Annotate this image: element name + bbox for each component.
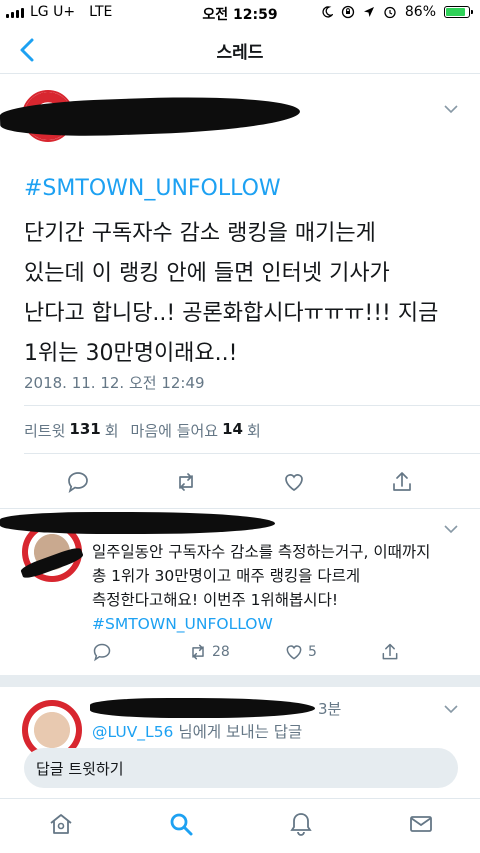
tweet-actions [0, 470, 480, 494]
tweet-line: 단기간 구독자수 감소 랭킹을 매기는게 [24, 221, 376, 246]
tweet-stats: 리트윗 131 회 마음에 들어요 14 회 [24, 420, 261, 441]
tweet-line: 난다고 합니당..! 공론화합시다ㅠㅠㅠ!!! 지금 [24, 301, 439, 326]
redacted-name [90, 698, 315, 718]
retweet-count: 28 [212, 644, 230, 660]
redacted-name [0, 512, 275, 534]
chevron-down-icon[interactable] [444, 524, 458, 534]
heart-icon[interactable] [282, 470, 306, 494]
chevron-down-icon[interactable] [444, 704, 458, 714]
like-button[interactable]: 5 [284, 642, 317, 662]
status-bar: LG U+ LTE 오전 12:59 86% [0, 0, 480, 26]
like-count[interactable]: 14 [222, 420, 243, 441]
replying-to: @LUV_L56 님에게 보내는 답글 [92, 720, 302, 742]
tweet-line: 있는데 이 랭킹 안에 들면 인터넷 기사가 [24, 261, 390, 286]
tab-bar [0, 798, 480, 853]
status-right: 86% [321, 4, 473, 20]
section-gap [0, 675, 480, 687]
share-icon [382, 643, 398, 660]
tweet-timestamp: 2018. 11. 12. 오전 12:49 [24, 374, 205, 392]
share-icon[interactable] [390, 470, 414, 494]
nav-bar: 스레드 [0, 26, 480, 74]
chevron-down-icon[interactable] [444, 104, 458, 114]
page-title: 스레드 [216, 43, 264, 63]
replying-to-suffix: 님에게 보내는 답글 [173, 723, 303, 741]
share-button[interactable] [380, 642, 400, 662]
retweet-label: 리트윗 [24, 422, 66, 440]
divider [0, 508, 480, 509]
reply-icon[interactable] [66, 470, 90, 494]
retweet-icon [192, 644, 204, 660]
reply-line: 일주일동안 구독자수 감소를 측정하는거구, 이때까지 [92, 543, 431, 561]
battery-icon [444, 6, 473, 18]
home-icon[interactable] [48, 811, 74, 837]
reply-compose-input[interactable]: 답글 트윗하기 [24, 748, 458, 788]
divider [24, 405, 480, 406]
compose-placeholder: 답글 트윗하기 [36, 760, 124, 778]
battery-percent: 86% [404, 4, 436, 20]
tweet-text: 단기간 구독자수 감소 랭킹을 매기는게 있는데 이 랭킹 안에 들면 인터넷 … [24, 214, 464, 374]
tweet-line: 1위는 30만명이래요..! [24, 341, 238, 366]
messages-icon[interactable] [408, 811, 434, 837]
search-icon[interactable] [168, 811, 194, 837]
retweet-button[interactable]: 28 [188, 642, 230, 662]
like-count: 5 [308, 644, 317, 660]
reply-button[interactable] [92, 642, 112, 662]
alarm-icon [384, 6, 396, 19]
notifications-icon[interactable] [288, 811, 314, 837]
moon-icon [322, 6, 333, 18]
like-unit: 회 [246, 422, 261, 440]
divider [24, 453, 480, 454]
reply-line: 총 1위가 30만명이고 매주 랭킹을 다르게 [92, 567, 361, 585]
retweet-count[interactable]: 131 [69, 420, 100, 441]
mention-link[interactable]: @LUV_L56 [92, 723, 173, 741]
hashtag-link[interactable]: #SMTOWN_UNFOLLOW [92, 612, 472, 636]
retweet-icon[interactable] [174, 470, 198, 494]
like-label: 마음에 들어요 [130, 422, 219, 440]
hashtag-link[interactable]: #SMTOWN_UNFOLLOW [24, 176, 281, 201]
reply-time: 3분 [318, 700, 342, 718]
reply-icon [93, 643, 111, 662]
reply-actions: 28 5 [92, 642, 472, 666]
heart-icon [286, 645, 302, 660]
reply-line: 측정한다고해요! 이번주 1위해봅시다! [92, 591, 339, 609]
reply-text: 일주일동안 구독자수 감소를 측정하는거구, 이때까지 총 1위가 30만명이고… [92, 540, 472, 636]
retweet-unit: 회 [104, 422, 119, 440]
rotation-lock-icon [341, 5, 355, 19]
location-icon [363, 7, 374, 17]
